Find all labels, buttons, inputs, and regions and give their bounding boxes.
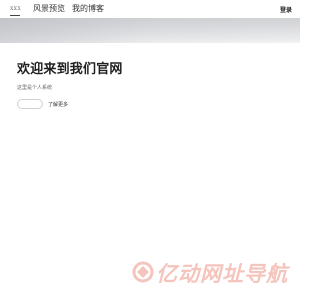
hero-title: 欢迎来到我们官网 <box>17 62 123 77</box>
watermark-text: 亿动网址导航 <box>156 262 288 286</box>
banner-overlay <box>0 18 300 43</box>
active-nav-indicator <box>10 15 20 16</box>
learn-more-link[interactable]: 了解更多 <box>48 101 68 108</box>
hero-subtitle: 这里是个人系统 <box>17 85 53 91</box>
nav-item-scenery-preview[interactable]: 风景预览 <box>33 3 65 14</box>
nav-item-my-blog[interactable]: 我的博客 <box>72 3 104 14</box>
page: xxx 风景预览 我的博客 登录 欢迎来到我们官网 这里是个人系统 了解更多 亿… <box>0 0 300 300</box>
watermark: 亿动网址导航 <box>132 257 298 287</box>
hero-input-box[interactable] <box>17 99 43 109</box>
login-link[interactable]: 登录 <box>280 5 292 14</box>
watermark-logo-icon <box>132 261 154 283</box>
top-navbar: xxx 风景预览 我的博客 登录 <box>0 0 300 18</box>
site-logo[interactable]: xxx <box>10 5 21 12</box>
